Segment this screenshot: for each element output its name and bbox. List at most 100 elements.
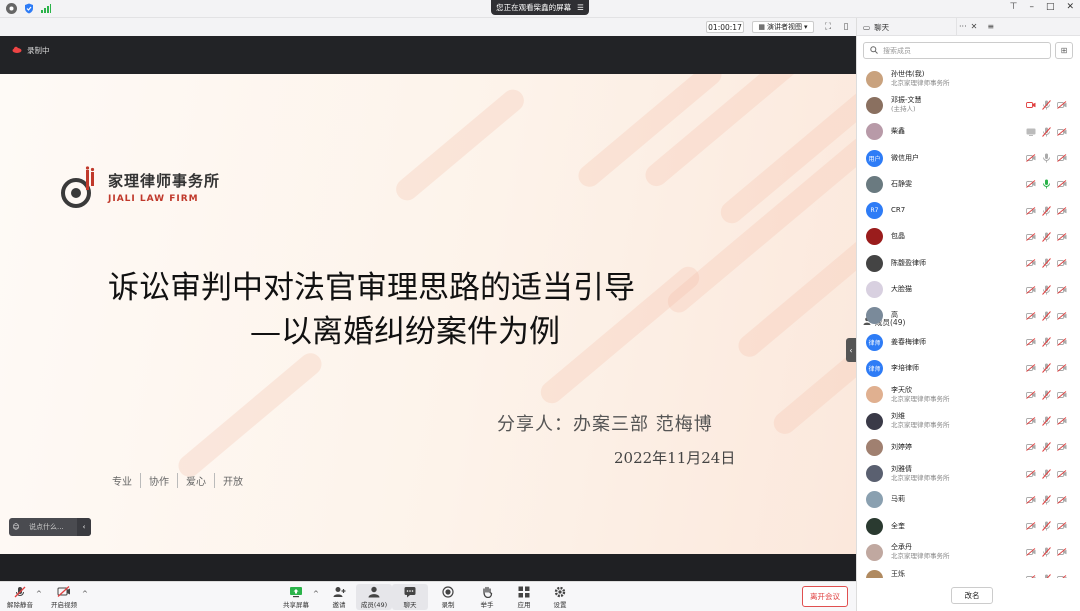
member-row[interactable]: 包晶 xyxy=(857,224,1080,250)
video-off-icon xyxy=(1057,259,1067,268)
share-options-caret[interactable]: ^ xyxy=(313,590,319,598)
member-text: 李天欣 北京家理律师事务所 xyxy=(891,386,950,404)
member-name: 李天欣 xyxy=(891,385,912,394)
raise-hand-label: 举手 xyxy=(480,600,494,609)
camera-icon xyxy=(1026,469,1036,478)
member-text: 孙世伟(我) 北京家理律师事务所 xyxy=(891,70,950,88)
leave-meeting-button[interactable]: 离开会议 xyxy=(802,586,848,607)
info-icon[interactable] xyxy=(6,3,17,14)
video-off-icon xyxy=(1057,180,1067,189)
member-status-icons xyxy=(1026,329,1067,355)
close-icon[interactable]: ✕ xyxy=(1066,2,1074,12)
maximize-icon[interactable]: □ xyxy=(1046,2,1055,12)
member-search-row: ⊞ xyxy=(863,42,1075,59)
panel-menu-icon[interactable]: ≡ xyxy=(987,22,994,31)
view-mode-label: 演讲者视图 xyxy=(767,23,803,31)
member-row[interactable]: 律师 姜春梅律师 xyxy=(857,329,1080,355)
member-row[interactable]: 王烁北京家理律师事务所 xyxy=(857,566,1080,578)
member-row[interactable]: 大脸猫 xyxy=(857,276,1080,302)
banner-menu-icon[interactable]: ☰ xyxy=(577,3,584,12)
member-row[interactable]: 用户 微信用户 xyxy=(857,145,1080,171)
unmute-button[interactable]: 解除静音 xyxy=(2,584,38,610)
mic-off-icon xyxy=(1042,363,1051,374)
raise-hand-button[interactable]: 举手 xyxy=(469,584,505,610)
member-row[interactable]: R7 CR7 xyxy=(857,197,1080,223)
mic-icon xyxy=(1042,153,1051,163)
chevron-down-icon: ▾ xyxy=(804,23,808,31)
invite-members-icon[interactable]: ⊞ xyxy=(1055,42,1073,59)
mic-off-icon xyxy=(1042,337,1051,347)
member-name: 姜春梅律师 xyxy=(891,337,926,346)
member-row[interactable]: 石静雯 xyxy=(857,171,1080,197)
record-button[interactable]: 录制 xyxy=(430,584,466,610)
quick-chat-input[interactable]: ☺ 说点什么... ‹ xyxy=(9,518,91,536)
title-bar: 您正在观看柴鑫的屏幕 ☰ ⊤ – □ ✕ xyxy=(0,0,1080,18)
minimize-icon[interactable]: – xyxy=(1029,2,1034,12)
member-status-icons xyxy=(1026,487,1067,513)
fullscreen-icon[interactable]: ⛶ xyxy=(823,22,833,32)
chat-button[interactable]: 聊天 xyxy=(392,584,428,610)
settings-button[interactable]: 设置 xyxy=(542,584,578,610)
avatar xyxy=(866,386,883,404)
video-off-icon xyxy=(1057,390,1067,399)
layout-icon[interactable]: ▯ xyxy=(841,22,851,32)
signal-icon[interactable] xyxy=(40,3,51,14)
member-row[interactable]: 仝承丹 北京家理律师事务所 xyxy=(857,539,1080,565)
chat-label: 聊天 xyxy=(403,600,417,609)
member-row[interactable]: 刘维 北京家理律师事务所 xyxy=(857,408,1080,434)
member-row[interactable]: 李天欣 北京家理律师事务所 xyxy=(857,382,1080,408)
decor-stripe xyxy=(769,331,856,439)
member-subtitle: 北京家理律师事务所 xyxy=(891,79,950,88)
member-row[interactable]: 邓振-文慧 (主持人) xyxy=(857,92,1080,118)
member-row[interactable]: 马莉 xyxy=(857,487,1080,513)
mic-off-icon xyxy=(1042,126,1051,137)
avatar: R7 xyxy=(866,202,883,220)
chat-tab-icon: ▭ xyxy=(863,22,871,32)
settings-label: 设置 xyxy=(553,600,567,609)
collapse-panel-handle[interactable]: ‹ xyxy=(846,338,856,362)
pin-icon[interactable]: ⊤ xyxy=(1010,2,1018,12)
member-search-box[interactable] xyxy=(863,42,1051,59)
start-video-label: 开启视频 xyxy=(51,600,77,609)
screen-share-banner: 您正在观看柴鑫的屏幕 ☰ xyxy=(491,0,589,15)
member-row[interactable]: 柴鑫 xyxy=(857,119,1080,145)
member-status-icons xyxy=(1026,250,1067,276)
apps-button[interactable]: 应用 xyxy=(506,584,542,610)
member-search-input[interactable] xyxy=(883,46,1033,55)
member-row[interactable]: 刘婷婷 xyxy=(857,434,1080,460)
tab-chat[interactable]: ▭ 聊天 xyxy=(857,18,957,36)
hand-icon xyxy=(482,586,493,599)
member-text: 王烁北京家理律师事务所 xyxy=(891,570,950,578)
member-row[interactable]: 陈馥盈律师 xyxy=(857,250,1080,276)
invite-button[interactable]: 邀请 xyxy=(321,584,357,610)
member-list[interactable]: 孙世伟(我) 北京家理律师事务所邓振-文慧 (主持人) 柴鑫 用户 微信用户 石静雯 R7 CR… xyxy=(857,66,1080,578)
emoji-icon[interactable]: ☺ xyxy=(9,523,23,531)
video-off-icon xyxy=(1057,496,1067,504)
firm-name-en: JIALI LAW FIRM xyxy=(108,194,199,204)
member-text: 姜春梅律师 xyxy=(891,338,926,347)
member-status-icons xyxy=(1026,197,1067,223)
mic-off-icon xyxy=(1042,547,1051,558)
member-row[interactable]: 全奎 xyxy=(857,513,1080,539)
tab-chat-label: 聊天 xyxy=(874,22,890,32)
members-button[interactable]: 成员(49) xyxy=(356,584,392,610)
share-screen-button[interactable]: 共享屏幕 xyxy=(278,584,314,610)
start-video-button[interactable]: 开启视频 xyxy=(46,584,82,610)
record-icon xyxy=(442,585,454,599)
close-panel-icon[interactable]: ✕ xyxy=(971,22,978,31)
member-row[interactable]: 孙世伟(我) 北京家理律师事务所 xyxy=(857,66,1080,92)
shield-icon[interactable] xyxy=(23,3,34,14)
member-row[interactable]: 律师 李培律师 xyxy=(857,355,1080,381)
member-row[interactable]: 刘雅倩 北京家理律师事务所 xyxy=(857,460,1080,486)
view-mode-dropdown[interactable]: ▦ 演讲者视图 ▾ xyxy=(752,21,814,33)
quick-chat-placeholder: 说点什么... xyxy=(29,523,64,531)
chevron-left-icon[interactable]: ‹ xyxy=(77,518,91,536)
member-status-icons xyxy=(1026,460,1067,486)
member-row[interactable]: 高 xyxy=(857,303,1080,329)
recording-indicator[interactable]: 录制中 xyxy=(12,45,50,56)
member-text: 陈馥盈律师 xyxy=(891,259,926,268)
rename-button[interactable]: 改名 xyxy=(951,587,993,604)
video-options-caret[interactable]: ^ xyxy=(82,590,88,598)
audio-options-caret[interactable]: ^ xyxy=(36,590,42,598)
more-icon[interactable]: ··· xyxy=(959,22,967,31)
